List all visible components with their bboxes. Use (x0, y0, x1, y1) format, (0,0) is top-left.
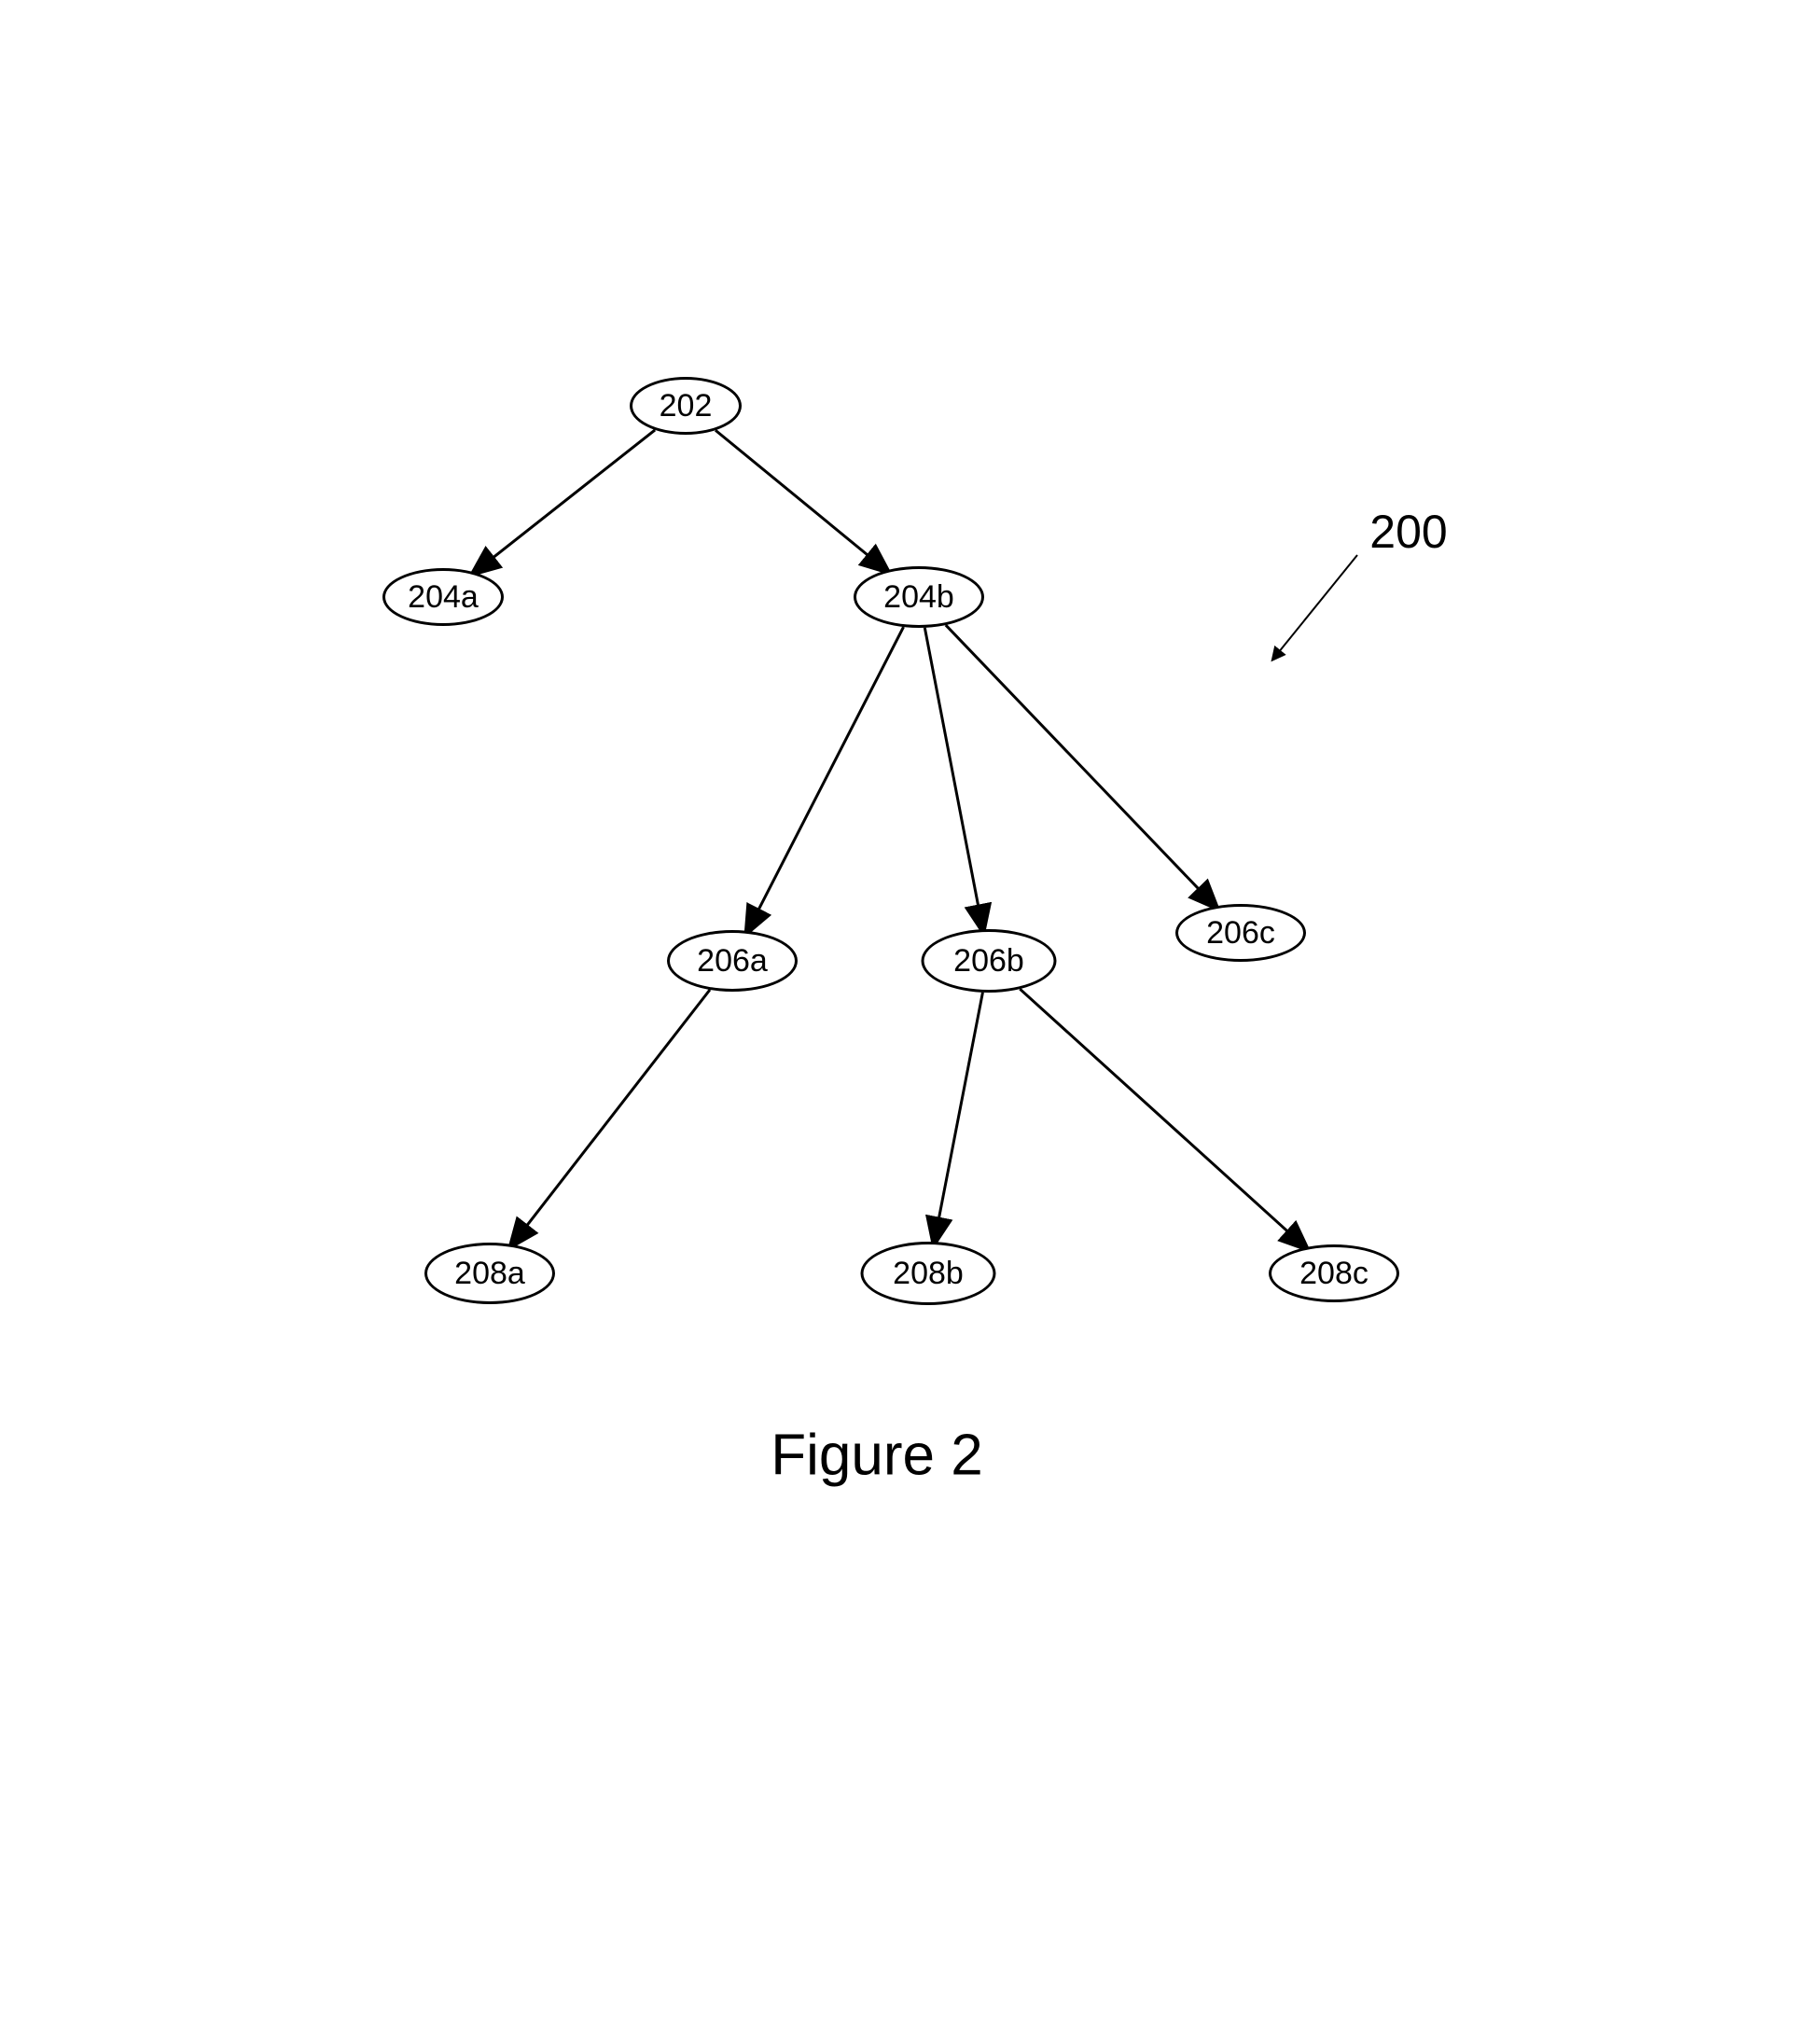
edge-n202-n204b (715, 430, 873, 560)
reference-number: 200 (1369, 505, 1447, 559)
edge-n206a-n208a (522, 990, 710, 1231)
node-label: 202 (660, 388, 713, 424)
node-label: 206c (1206, 915, 1275, 952)
edge-n204b-n206b (924, 628, 979, 913)
node-label: 204b (883, 579, 954, 616)
node-202: 202 (630, 377, 742, 435)
node-208a: 208a (424, 1243, 555, 1304)
node-206a: 206a (667, 930, 798, 992)
figure-caption: Figure 2 (771, 1423, 982, 1489)
node-label: 206b (953, 943, 1024, 980)
edge-n204b-n206c (946, 625, 1203, 894)
reference-pointer-line (1278, 555, 1357, 653)
node-204a: 204a (382, 568, 504, 626)
diagram-canvas: 202 204a 204b 206a 206b 206c 208a 208b 2… (0, 0, 1820, 2043)
node-label: 204a (408, 579, 479, 616)
edge-n206b-n208c (1020, 989, 1293, 1236)
node-208b: 208b (861, 1242, 996, 1305)
node-label: 206a (697, 943, 768, 980)
edges-layer (0, 0, 1820, 2043)
edge-n202-n204a (488, 430, 655, 562)
node-label: 208c (1299, 1256, 1368, 1292)
node-208c: 208c (1269, 1244, 1399, 1302)
edge-n206b-n208b (938, 993, 982, 1226)
node-label: 208a (454, 1256, 525, 1292)
node-204b: 204b (854, 566, 984, 628)
node-label: 208b (893, 1256, 964, 1292)
edge-n204b-n206a (756, 627, 904, 916)
node-206c: 206c (1175, 904, 1306, 962)
node-206b: 206b (922, 929, 1057, 993)
